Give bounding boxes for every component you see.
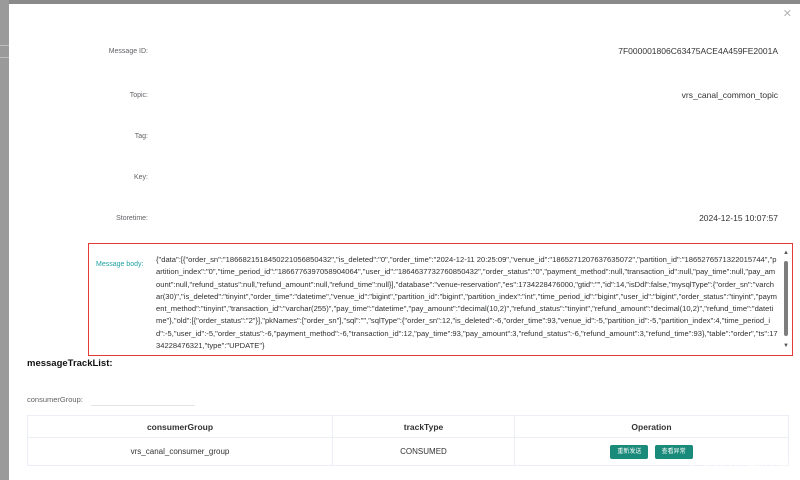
column-header: Operation <box>514 415 789 438</box>
view-exception-button[interactable]: 查看异常 <box>654 444 693 459</box>
field-key: Key: <box>9 174 800 186</box>
consumer-group-input[interactable] <box>91 392 195 406</box>
field-topic: Topic: vrs_canal_common_topic <box>9 90 800 104</box>
field-label: Tag: <box>134 133 148 140</box>
table-row: vrs_canal_consumer_group CONSUMED 重新发送 查… <box>27 437 789 466</box>
field-label: Message ID: <box>108 48 148 55</box>
close-icon[interactable]: ✕ <box>783 8 792 20</box>
table-header-row: consumerGroup trackType Operation <box>27 415 789 438</box>
background-page-strip <box>0 0 9 480</box>
field-tag: Tag: <box>9 133 800 145</box>
message-body-label: Message body: <box>96 261 144 268</box>
track-list-title: messageTrackList: <box>27 358 113 369</box>
track-table: consumerGroup trackType Operation vrs_ca… <box>27 415 789 466</box>
field-value: 2024-12-15 10:07:57 <box>699 213 778 223</box>
message-detail-dialog: ✕ Message ID: 7F000001806C63475ACE4A459F… <box>9 4 800 480</box>
field-message-id: Message ID: 7F000001806C63475ACE4A459FE2… <box>9 46 800 60</box>
watermark: CSDN @Hello Dam <box>690 458 796 472</box>
field-value: 7F000001806C63475ACE4A459FE2001A <box>618 46 778 56</box>
consumer-group-cell: vrs_canal_consumer_group <box>27 437 333 466</box>
consumer-group-label: consumerGroup: <box>27 395 83 404</box>
column-header: trackType <box>332 415 515 438</box>
message-body-scrollbar[interactable]: ▲ ▼ <box>783 250 789 349</box>
field-label: Storetime: <box>116 215 148 222</box>
resend-button[interactable]: 重新发送 <box>610 444 649 459</box>
track-type-cell: CONSUMED <box>332 437 515 466</box>
message-body-text[interactable]: {"data":[{"order_sn":"186682151845022105… <box>156 254 778 354</box>
field-storetime: Storetime: 2024-12-15 10:07:57 <box>9 213 800 227</box>
field-label: Topic: <box>129 92 148 99</box>
field-label: Key: <box>133 174 148 181</box>
scroll-thumb[interactable] <box>784 261 788 336</box>
scroll-up-icon[interactable]: ▲ <box>783 250 789 256</box>
scroll-down-icon[interactable]: ▼ <box>783 343 789 349</box>
message-body-field: Message body: {"data":[{"order_sn":"1866… <box>88 243 793 356</box>
field-value: vrs_canal_common_topic <box>681 90 778 100</box>
column-header: consumerGroup <box>27 415 333 438</box>
